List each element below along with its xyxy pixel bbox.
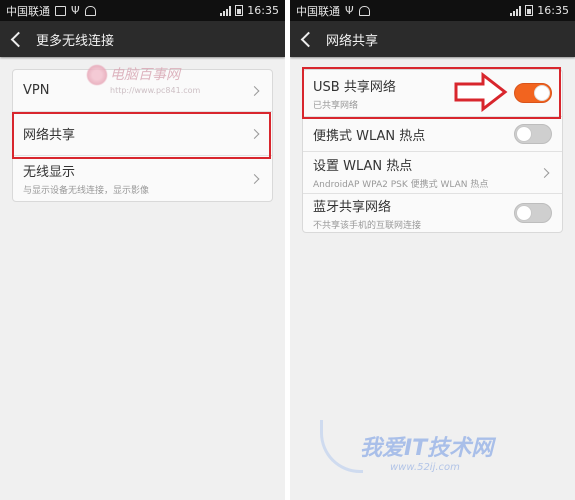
- android-icon: [84, 5, 96, 16]
- status-bar: 中国联通 Ψ 16:35: [0, 0, 285, 21]
- list-item-bluetooth-tethering[interactable]: 蓝牙共享网络 不共享该手机的互联网连接: [303, 194, 562, 232]
- signal-icon: [220, 5, 232, 16]
- battery-icon: [235, 5, 244, 16]
- back-arrow-icon[interactable]: [300, 31, 317, 47]
- title-bar: 网络共享: [290, 21, 575, 57]
- list-item-usb-tethering[interactable]: USB 共享网络 已共享网络: [303, 70, 562, 117]
- list-item-portable-hotspot[interactable]: 便携式 WLAN 热点: [303, 117, 562, 152]
- page-title: 网络共享: [326, 33, 379, 49]
- chevron-right-icon: [539, 167, 550, 178]
- chevron-right-icon: [249, 173, 260, 184]
- watermark: 电脑百事网 http://www.pc841.com: [86, 64, 260, 104]
- usb-icon: Ψ: [345, 4, 354, 17]
- toggle-knob: [534, 85, 550, 101]
- watermark-url: http://www.pc841.com: [110, 86, 201, 95]
- item-label: 蓝牙共享网络: [313, 199, 392, 215]
- carrier-label: 中国联通: [296, 4, 340, 18]
- item-sublabel: AndroidAP WPA2 PSK 便携式 WLAN 热点: [313, 180, 489, 190]
- settings-card: USB 共享网络 已共享网络 便携式 WLAN 热点 设置 WLAN 热点 An…: [302, 69, 563, 233]
- usb-tethering-toggle[interactable]: [514, 83, 552, 103]
- status-bar: 中国联通 Ψ 16:35: [290, 0, 575, 21]
- list-item-hotspot-settings[interactable]: 设置 WLAN 热点 AndroidAP WPA2 PSK 便携式 WLAN 热…: [303, 152, 562, 194]
- back-arrow-icon[interactable]: [10, 31, 27, 47]
- toggle-knob: [516, 126, 532, 142]
- item-sublabel: 与显示设备无线连接，显示影像: [23, 186, 150, 196]
- clock: 16:35: [247, 4, 279, 17]
- arrow-right-icon: [454, 72, 508, 112]
- page-title: 更多无线连接: [36, 33, 115, 49]
- clock: 16:35: [537, 4, 569, 17]
- chevron-right-icon: [249, 128, 260, 139]
- watermark-url: www.52ij.com: [390, 462, 460, 473]
- list-item-tethering[interactable]: 网络共享: [13, 112, 272, 156]
- item-label: 无线显示: [23, 165, 76, 180]
- title-bar: 更多无线连接: [0, 21, 285, 57]
- item-label: 便携式 WLAN 热点: [313, 128, 426, 144]
- right-phone-screen: 中国联通 Ψ 16:35 网络共享 USB 共享网络 已共享网络 便携式 WLA…: [290, 0, 575, 500]
- android-icon: [358, 5, 370, 16]
- bluetooth-tethering-toggle[interactable]: [514, 203, 552, 223]
- watermark: 我爱IT技术网 www.52ij.com: [320, 420, 494, 473]
- usb-icon: Ψ: [71, 4, 80, 17]
- toggle-knob: [516, 205, 532, 221]
- flower-logo-icon: [86, 64, 108, 86]
- item-label: 网络共享: [23, 128, 76, 143]
- watermark-text: 电脑百事网: [110, 67, 180, 83]
- carrier-label: 中国联通: [6, 4, 50, 18]
- watermark-text: 我爱IT技术网: [360, 436, 494, 461]
- left-phone-screen: 中国联通 Ψ 16:35 更多无线连接 VPN 网络共享 无线显示 与显示设备无…: [0, 0, 285, 500]
- item-sublabel: 不共享该手机的互联网连接: [313, 220, 422, 231]
- list-item-wireless-display[interactable]: 无线显示 与显示设备无线连接，显示影像: [13, 156, 272, 201]
- item-label: 设置 WLAN 热点: [313, 159, 413, 174]
- wings-logo-icon: [320, 420, 363, 473]
- portable-hotspot-toggle[interactable]: [514, 124, 552, 144]
- signal-icon: [510, 5, 522, 16]
- battery-icon: [525, 5, 534, 16]
- image-icon: [55, 5, 66, 16]
